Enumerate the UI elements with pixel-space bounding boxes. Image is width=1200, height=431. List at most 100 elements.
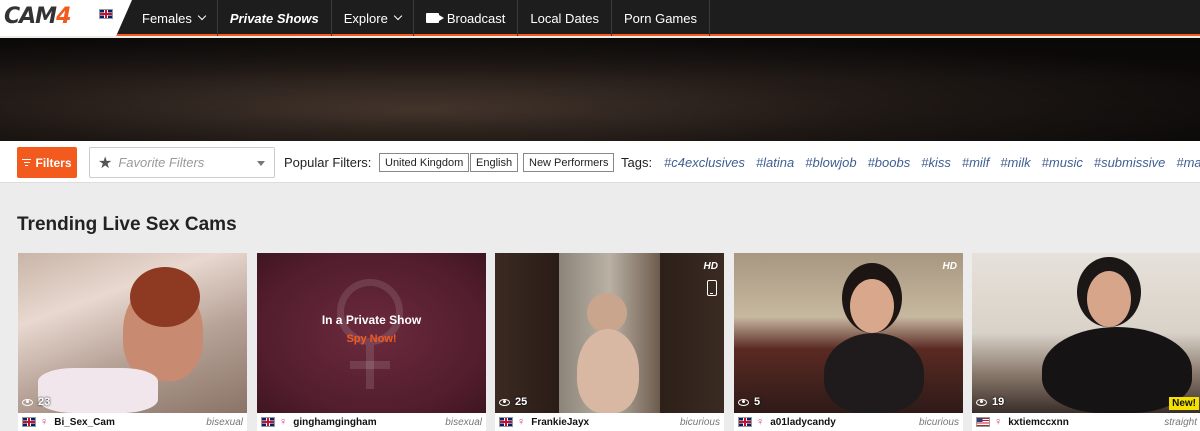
viewer-count-value: 19 xyxy=(992,396,1005,408)
tag-link[interactable]: #kiss xyxy=(921,155,951,170)
cam-card[interactable]: HD 25 ♀ FrankieJayx bicurious xyxy=(495,253,724,431)
venus-icon-bar xyxy=(350,361,390,369)
logo-text: CAM xyxy=(4,4,57,29)
eye-icon xyxy=(976,398,987,406)
nav-broadcast-label: Broadcast xyxy=(446,10,506,26)
tag-link[interactable]: #c4exclusives xyxy=(664,155,745,170)
uk-flag-icon xyxy=(738,417,752,427)
tag-link[interactable]: #ma xyxy=(1176,155,1200,170)
viewer-count: 25 xyxy=(499,396,527,408)
cam-card[interactable]: 23 ♀ Bi_Sex_Cam bisexual xyxy=(18,253,247,431)
performer-name[interactable]: Bi_Sex_Cam xyxy=(54,417,115,428)
filter-chip-english[interactable]: English xyxy=(470,153,519,172)
hd-badge: HD xyxy=(942,261,957,272)
performer-name[interactable]: kxtiemccxnn xyxy=(1008,417,1069,428)
viewer-count: 5 xyxy=(738,396,760,408)
uk-flag-icon[interactable] xyxy=(99,9,113,19)
filter-bar: Filters ★ Favorite Filters Popular Filte… xyxy=(0,141,1200,183)
cam-thumbnail[interactable]: HD 25 xyxy=(495,253,724,413)
filter-icon xyxy=(22,157,32,168)
filters-button[interactable]: Filters xyxy=(17,147,77,178)
card-info: ♀ Bi_Sex_Cam bisexual xyxy=(18,413,247,431)
nav-local-dates-label: Local Dates xyxy=(530,10,600,26)
card-info: ♀ kxtiemccxnn straight xyxy=(972,413,1200,431)
favorite-filters-select[interactable]: ★ Favorite Filters xyxy=(89,147,275,178)
eye-icon xyxy=(22,398,33,406)
female-icon: ♀ xyxy=(994,416,1003,428)
cam-card[interactable]: HD 5 ♀ a01ladycandy bicurious xyxy=(734,253,963,431)
cam-card[interactable]: In a Private Show Spy Now! ♀ ginghamging… xyxy=(257,253,486,431)
nav-local-dates[interactable]: Local Dates xyxy=(518,0,613,36)
orientation-label: bicurious xyxy=(918,416,959,428)
favorite-filters-placeholder: Favorite Filters xyxy=(118,155,205,170)
chevron-down-icon xyxy=(197,11,207,21)
main-nav: Females Private Shows Explore Broadcast … xyxy=(130,0,710,36)
chevron-down-icon xyxy=(393,11,403,21)
tag-list: #c4exclusives #latina #blowjob #boobs #k… xyxy=(664,155,1200,170)
eye-icon xyxy=(738,398,749,406)
cam-thumbnail[interactable]: 23 xyxy=(18,253,247,413)
spy-now-link[interactable]: Spy Now! xyxy=(257,333,486,345)
orientation-label: bisexual xyxy=(206,416,243,428)
eye-icon xyxy=(499,398,510,406)
nav-females-label: Females xyxy=(142,10,192,26)
mobile-phone-icon xyxy=(707,280,717,296)
hero-banner[interactable] xyxy=(0,38,1200,141)
female-icon: ♀ xyxy=(517,416,526,428)
tag-link[interactable]: #music xyxy=(1042,155,1083,170)
uk-flag-icon xyxy=(22,417,36,427)
female-icon: ♀ xyxy=(40,416,49,428)
filter-chip-new-performers[interactable]: New Performers xyxy=(523,153,615,172)
performer-name[interactable]: FrankieJayx xyxy=(531,417,589,428)
card-info: ♀ a01ladycandy bicurious xyxy=(734,413,963,431)
star-icon: ★ xyxy=(98,154,113,172)
card-info: ♀ ginghamgingham bisexual xyxy=(257,413,486,431)
cam-thumbnail[interactable]: HD 5 xyxy=(734,253,963,413)
video-camera-icon xyxy=(425,13,444,23)
tag-link[interactable]: #boobs xyxy=(868,155,911,170)
orientation-label: straight xyxy=(1164,416,1197,428)
logo[interactable]: CAM4 xyxy=(0,0,132,36)
viewer-count: 23 xyxy=(22,396,50,408)
tag-link[interactable]: #latina xyxy=(756,155,794,170)
viewer-count-value: 23 xyxy=(38,396,51,408)
viewer-count: 19 xyxy=(976,396,1004,408)
viewer-count-value: 25 xyxy=(515,396,528,408)
cam-thumbnail[interactable]: In a Private Show Spy Now! xyxy=(257,253,486,413)
nav-females[interactable]: Females xyxy=(130,0,218,36)
section-title: Trending Live Sex Cams xyxy=(17,214,237,235)
cam-thumbnail[interactable]: New! 19 xyxy=(972,253,1200,413)
uk-flag-icon xyxy=(499,417,513,427)
filter-chip-united-kingdom[interactable]: United Kingdom xyxy=(379,153,470,172)
cam-card[interactable]: New! 19 ♀ kxtiemccxnn straight xyxy=(972,253,1200,431)
uk-flag-icon xyxy=(261,417,275,427)
caret-down-icon xyxy=(257,161,265,166)
tags-label: Tags: xyxy=(621,155,653,170)
us-flag-icon xyxy=(976,417,990,427)
female-icon: ♀ xyxy=(279,416,288,428)
nav-private-shows[interactable]: Private Shows xyxy=(218,0,332,36)
filters-button-label: Filters xyxy=(35,155,72,170)
tag-link[interactable]: #submissive xyxy=(1094,155,1166,170)
nav-explore[interactable]: Explore xyxy=(332,0,414,36)
private-show-label: In a Private Show xyxy=(321,313,422,327)
popular-filters-label: Popular Filters: xyxy=(284,155,372,170)
performer-name[interactable]: ginghamgingham xyxy=(293,417,376,428)
tag-link[interactable]: #milf xyxy=(962,155,989,170)
viewer-count-value: 5 xyxy=(754,396,761,408)
new-badge: New! xyxy=(1169,397,1199,410)
orientation-label: bisexual xyxy=(445,416,482,428)
performer-name[interactable]: a01ladycandy xyxy=(770,417,836,428)
logo-accent: 4 xyxy=(56,4,71,29)
female-icon: ♀ xyxy=(756,416,765,428)
hd-badge: HD xyxy=(703,261,718,272)
nav-porn-games-label: Porn Games xyxy=(624,10,697,26)
tag-link[interactable]: #blowjob xyxy=(805,155,856,170)
top-nav: CAM4 Females Private Shows Explore Broad… xyxy=(0,0,1200,36)
card-info: ♀ FrankieJayx bicurious xyxy=(495,413,724,431)
nav-explore-label: Explore xyxy=(343,10,388,26)
nav-porn-games[interactable]: Porn Games xyxy=(612,0,710,36)
orientation-label: bicurious xyxy=(679,416,720,428)
nav-broadcast[interactable]: Broadcast xyxy=(414,0,519,36)
tag-link[interactable]: #milk xyxy=(1000,155,1030,170)
